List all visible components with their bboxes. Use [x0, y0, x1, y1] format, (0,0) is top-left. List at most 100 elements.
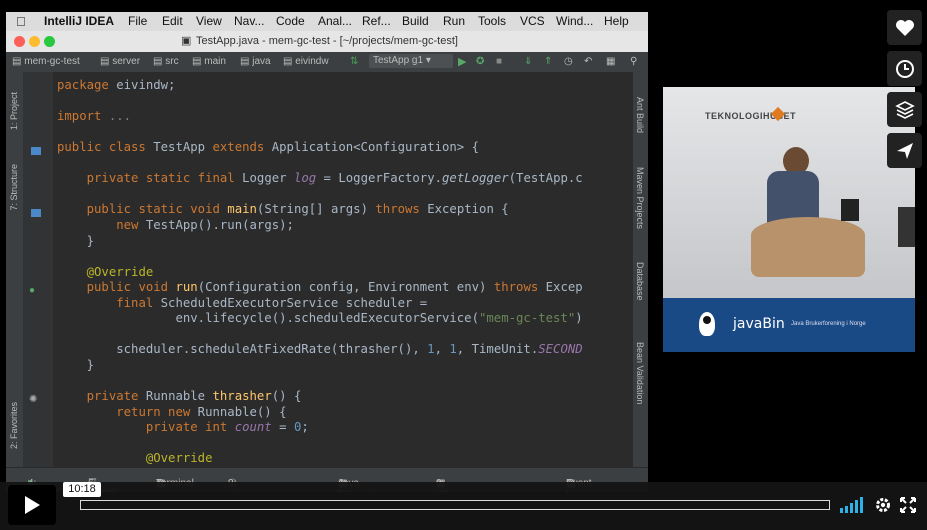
structure-icon[interactable]: ▦ [606, 56, 615, 67]
code-token: () { [271, 389, 302, 403]
menu-build[interactable]: Build [402, 14, 429, 28]
tool-window-bean-validation[interactable]: Bean Validation [635, 342, 645, 404]
menu-app[interactable]: IntelliJ IDEA [44, 14, 114, 28]
revert-icon[interactable]: ↶ [584, 56, 592, 67]
breadcrumb-main[interactable]: ▤ main [192, 56, 226, 67]
code-line[interactable]: final ScheduledExecutorService scheduler… [57, 296, 427, 310]
code-token: ... [108, 109, 132, 124]
menu-analyze[interactable]: Anal... [318, 14, 352, 28]
breadcrumb-eivindw[interactable]: ▤ eivindw [283, 56, 329, 67]
window-title-bar: ▣ TestApp.java - mem-gc-test - [~/projec… [6, 31, 648, 53]
code-line[interactable]: public static void main(String[] args) t… [57, 202, 509, 216]
code-line[interactable]: } [57, 358, 94, 372]
left-tool-strip: 1: Project 7: Structure 2: Favorites [6, 72, 23, 467]
progress-bar[interactable] [80, 500, 830, 510]
tool-window-maven[interactable]: Maven Projects [635, 167, 645, 229]
code-token: = LoggerFactory. [316, 171, 443, 186]
coverage-icon[interactable]: ■ [496, 56, 502, 67]
menu-tools[interactable]: Tools [478, 14, 506, 28]
code-line[interactable]: env.lifecycle().scheduledExecutorService… [57, 311, 582, 326]
menu-navigate[interactable]: Nav... [234, 14, 264, 28]
code-line[interactable]: private Runnable thrasher() { [57, 389, 302, 403]
apple-icon[interactable]:  [16, 14, 26, 29]
code-line[interactable]: public class TestApp extends Application… [57, 140, 479, 154]
menu-vcs[interactable]: VCS [520, 14, 545, 28]
run-icon[interactable]: ▶ [458, 55, 466, 68]
code-token: log [293, 171, 317, 186]
code-line[interactable]: new TestApp().run(args); [57, 218, 294, 232]
code-token: private static final [86, 171, 243, 186]
minimize-window-button[interactable] [29, 36, 40, 47]
code-line[interactable]: } [57, 234, 94, 248]
code-token: , [434, 342, 450, 357]
code-line[interactable]: @Override [57, 451, 213, 465]
code-token: final [116, 295, 161, 310]
menu-help[interactable]: Help [604, 14, 629, 28]
code-line[interactable]: private int count = 0; [57, 420, 309, 434]
zoom-window-button[interactable] [44, 36, 55, 47]
tool-window-structure[interactable]: 7: Structure [9, 164, 19, 211]
run-marker-icon[interactable] [31, 209, 41, 217]
share-button[interactable] [887, 133, 922, 168]
folder-icon: ▤ [100, 56, 110, 67]
override-marker-icon[interactable]: ● [29, 285, 35, 296]
code-token: eivindw; [116, 78, 176, 92]
code-token: run [175, 280, 198, 295]
menu-run[interactable]: Run [443, 14, 465, 28]
volume-icon[interactable] [840, 497, 864, 513]
java-file-icon: ▣ [181, 35, 192, 47]
tool-window-database[interactable]: Database [635, 262, 645, 301]
breadcrumb-server[interactable]: ▤ server [100, 56, 140, 67]
history-icon[interactable]: ◷ [564, 56, 573, 67]
menu-refactor[interactable]: Ref... [362, 14, 391, 28]
build-icon[interactable]: ⇅ [350, 56, 358, 67]
breadcrumb-src[interactable]: ▤ src [153, 56, 179, 67]
menu-view[interactable]: View [196, 14, 222, 28]
code-line[interactable]: scheduler.scheduleAtFixedRate(thrasher()… [57, 342, 582, 357]
watch-later-button[interactable] [887, 51, 922, 86]
run-config-select[interactable]: TestApp g1 ▾ [369, 54, 453, 68]
code-token: env.lifecycle().scheduledExecutorService… [57, 311, 479, 326]
code-line[interactable]: import ... [57, 109, 131, 123]
code-token: @Override [86, 264, 154, 279]
tool-window-project[interactable]: 1: Project [9, 92, 19, 130]
code-line[interactable]: return new Runnable() { [57, 404, 287, 419]
code-token: return new [116, 404, 198, 419]
menu-code[interactable]: Code [276, 14, 305, 28]
settings-gear-icon[interactable] [874, 496, 892, 514]
menu-window[interactable]: Wind... [556, 14, 593, 28]
play-icon [25, 496, 40, 514]
menu-file[interactable]: File [128, 14, 147, 28]
menu-edit[interactable]: Edit [162, 14, 183, 28]
search-icon[interactable]: ⚲ [630, 56, 637, 67]
code-editor[interactable]: package eivindw; import ... public class T… [53, 72, 633, 467]
package-icon: ▤ [283, 56, 293, 67]
code-token: (String[] args) [256, 202, 376, 217]
code-token: Runnable() { [197, 404, 287, 419]
code-token: ScheduledExecutorService scheduler = [160, 295, 428, 310]
folder-icon: ▤ [12, 56, 22, 67]
breadcrumb-java[interactable]: ▤ java [240, 56, 271, 67]
tool-window-ant-build[interactable]: Ant Build [635, 97, 645, 133]
code-line[interactable]: package eivindw; [57, 78, 175, 92]
code-line[interactable]: private static final Logger log = Logger… [57, 171, 583, 185]
vcs-commit-icon[interactable]: ⇑ [544, 56, 552, 67]
window-title: TestApp.java - mem-gc-test - [~/projects… [196, 35, 458, 47]
collections-button[interactable] [887, 92, 922, 127]
vcs-update-icon[interactable]: ⇓ [524, 56, 532, 67]
code-token: Runnable [145, 389, 213, 403]
code-line[interactable]: @Override [57, 264, 154, 279]
play-button[interactable] [8, 485, 56, 525]
code-line[interactable]: public void run(Configuration config, En… [57, 280, 583, 294]
fullscreen-icon[interactable] [900, 497, 916, 513]
like-button[interactable] [887, 10, 922, 45]
debug-icon[interactable]: ✪ [476, 56, 484, 67]
breadcrumb-project[interactable]: ▤ mem-gc-test [12, 56, 80, 67]
tool-window-favorites[interactable]: 2: Favorites [9, 402, 19, 449]
close-window-button[interactable] [14, 36, 25, 47]
